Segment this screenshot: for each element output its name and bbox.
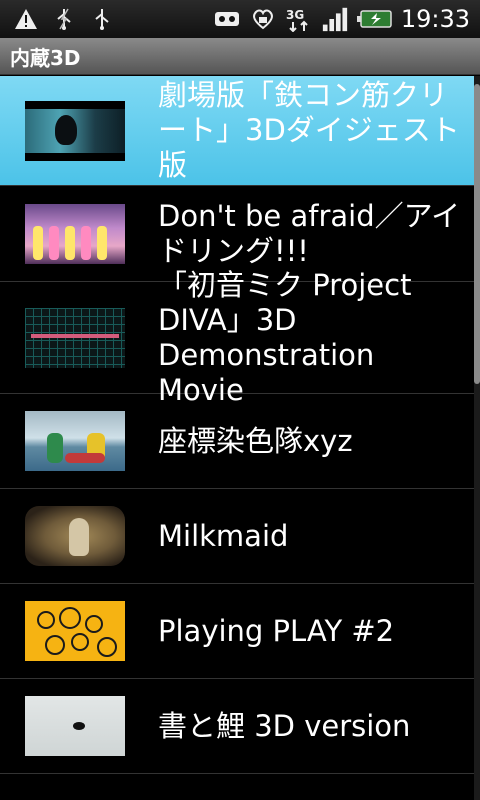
- app-title: 内蔵3D: [10, 45, 81, 70]
- video-thumbnail: [25, 411, 125, 471]
- status-left-icons: [12, 5, 116, 33]
- list-item[interactable]: Milkmaid: [0, 489, 474, 584]
- list-item-label: 「初音ミク Project DIVA」3D Demonstration Movi…: [158, 267, 412, 407]
- list-item-label: Don't be afraid／アイドリング!!!: [158, 198, 461, 268]
- status-bar: 3G 19:33: [0, 0, 480, 38]
- list-item[interactable]: Playing PLAY #2: [0, 584, 474, 679]
- list-item[interactable]: 書と鯉 3D version: [0, 679, 474, 774]
- network-3g-icon: 3G: [285, 5, 313, 33]
- status-right-icons: 3G 19:33: [213, 5, 470, 33]
- usb-debug-icon: [50, 5, 78, 33]
- battery-icon: [356, 5, 393, 33]
- list-item[interactable]: 劇場版「鉄コン筋クリート」3Dダイジェスト版: [0, 76, 474, 186]
- video-list: 劇場版「鉄コン筋クリート」3Dダイジェスト版 Don't be afraid／ア…: [0, 76, 480, 800]
- title-bar: 内蔵3D: [0, 38, 480, 75]
- list-item-label: 座標染色隊xyz: [158, 423, 353, 458]
- alert-icon: [12, 5, 40, 33]
- list-item-label: Milkmaid: [158, 518, 289, 553]
- video-thumbnail: [25, 307, 125, 368]
- list-item[interactable]: 座標染色隊xyz: [0, 394, 474, 489]
- list-item-label: 書と鯉 3D version: [158, 708, 411, 743]
- status-time: 19:33: [400, 5, 470, 33]
- svg-text:3G: 3G: [286, 8, 304, 22]
- signal-icon: [321, 5, 349, 33]
- list-item-label: Playing PLAY #2: [158, 613, 395, 648]
- list-item[interactable]: 「初音ミク Project DIVA」3D Demonstration Movi…: [0, 268, 474, 407]
- usb-icon: [88, 5, 116, 33]
- video-thumbnail: [25, 696, 125, 756]
- video-thumbnail: [25, 506, 125, 566]
- list-item-label: 劇場版「鉄コン筋クリート」3Dダイジェスト版: [158, 78, 460, 182]
- voicemail-icon: [213, 5, 241, 33]
- heart-app-icon: [249, 5, 277, 33]
- scrollbar[interactable]: [474, 76, 480, 800]
- scrollbar-thumb[interactable]: [474, 84, 480, 384]
- video-thumbnail: [25, 203, 125, 264]
- video-thumbnail: [25, 601, 125, 661]
- video-thumbnail: [25, 100, 125, 161]
